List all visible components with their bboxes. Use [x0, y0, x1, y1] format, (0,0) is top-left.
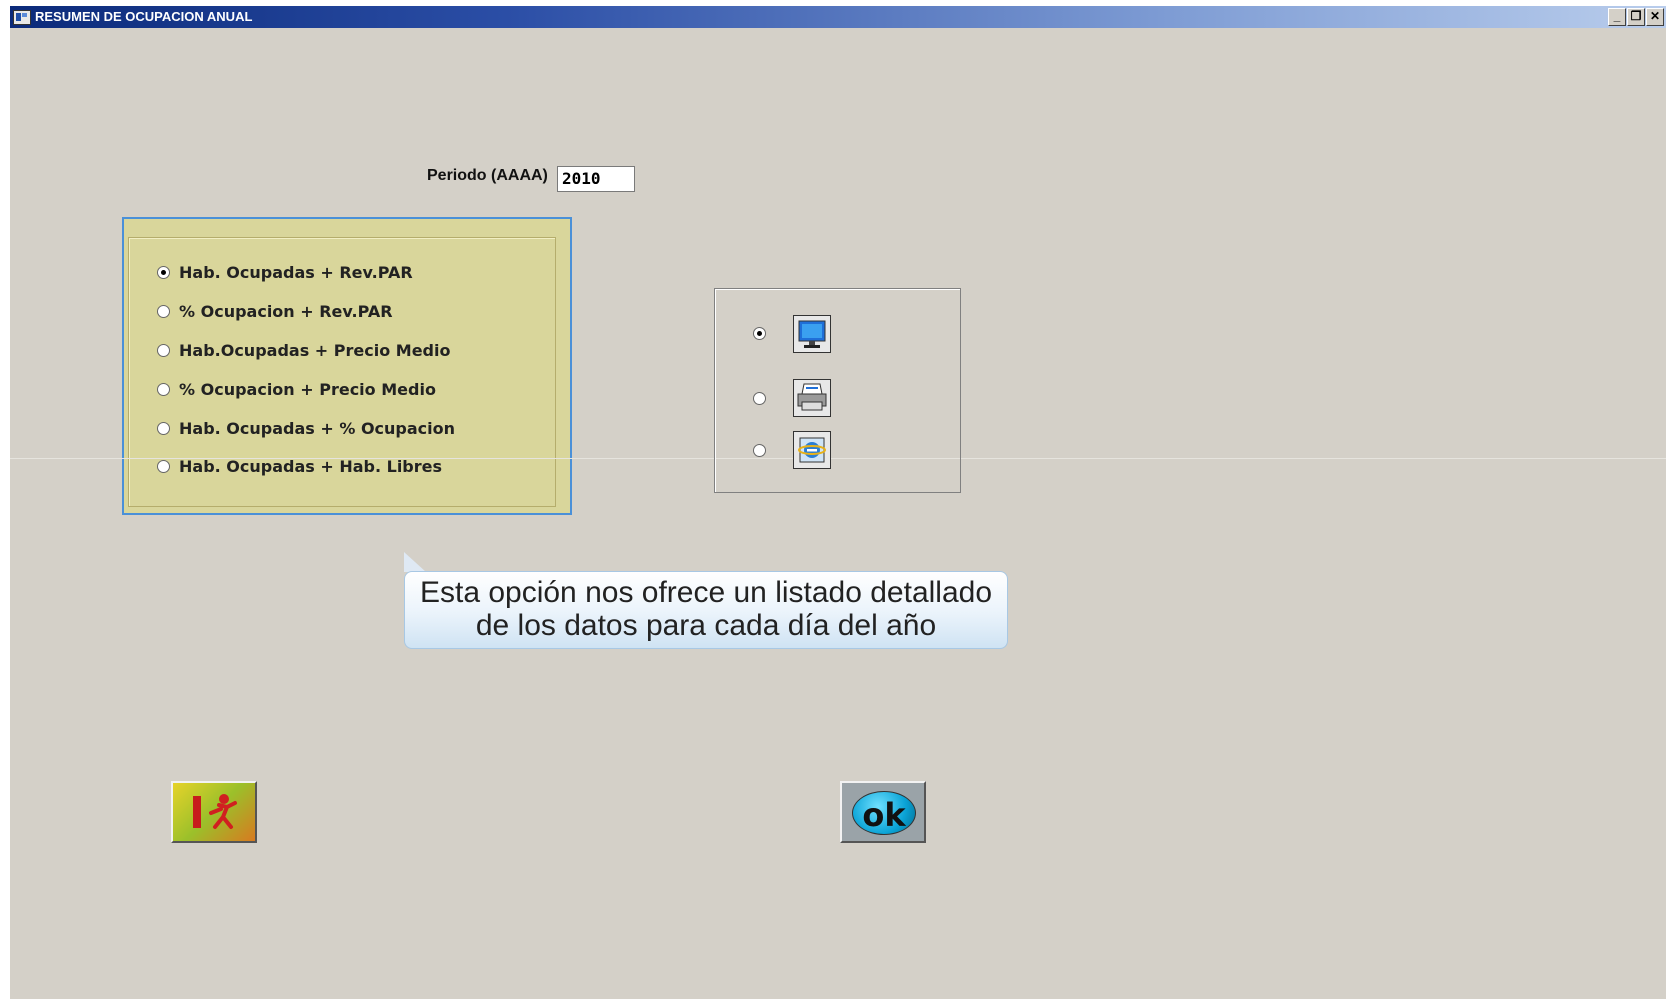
- radio-button[interactable]: [157, 304, 170, 318]
- minimize-button[interactable]: _: [1608, 8, 1626, 26]
- window-title: RESUMEN DE OCUPACION ANUAL: [35, 9, 253, 24]
- output-destination-group: [714, 288, 961, 493]
- radio-button[interactable]: [157, 421, 170, 435]
- app-icon: [13, 10, 31, 25]
- report-option-1[interactable]: Hab. Ocupadas + Rev.PAR: [157, 261, 413, 283]
- report-option-label: Hab. Ocupadas + Hab. Libres: [179, 456, 443, 476]
- report-option-5[interactable]: Hab. Ocupadas + % Ocupacion: [157, 417, 455, 439]
- ok-button[interactable]: ok: [840, 781, 926, 843]
- tooltip-pointer: [404, 552, 426, 572]
- internet-explorer-icon[interactable]: [793, 431, 831, 469]
- report-type-group: Hab. Ocupadas + Rev.PAR % Ocupacion + Re…: [122, 217, 572, 515]
- help-tooltip: Esta opción nos ofrece un listado detall…: [404, 571, 1008, 649]
- period-input[interactable]: 2010: [557, 166, 635, 192]
- printer-icon[interactable]: [793, 379, 831, 417]
- report-option-4[interactable]: % Ocupacion + Precio Medio: [157, 378, 436, 400]
- report-option-label: % Ocupacion + Rev.PAR: [179, 301, 393, 321]
- exit-button[interactable]: [171, 781, 257, 843]
- report-option-label: Hab.Ocupadas + Precio Medio: [179, 340, 451, 360]
- report-option-label: % Ocupacion + Precio Medio: [179, 379, 436, 399]
- output-printer-radio[interactable]: [753, 392, 766, 405]
- restore-button[interactable]: ❐: [1627, 8, 1645, 26]
- main-window: RESUMEN DE OCUPACION ANUAL _ ❐ ✕ Periodo…: [10, 6, 1666, 999]
- title-bar[interactable]: RESUMEN DE OCUPACION ANUAL _ ❐ ✕: [10, 6, 1666, 28]
- exit-door-icon: [193, 794, 237, 829]
- radio-button[interactable]: [157, 343, 170, 357]
- report-option-label: Hab. Ocupadas + Rev.PAR: [179, 262, 413, 282]
- report-option-2[interactable]: % Ocupacion + Rev.PAR: [157, 300, 393, 322]
- output-web-radio[interactable]: [753, 444, 766, 457]
- report-option-label: Hab. Ocupadas + % Ocupacion: [179, 418, 456, 438]
- report-type-frame: Hab. Ocupadas + Rev.PAR % Ocupacion + Re…: [128, 237, 556, 507]
- output-screen-radio[interactable]: [753, 327, 766, 340]
- report-option-3[interactable]: Hab.Ocupadas + Precio Medio: [157, 339, 450, 361]
- ok-icon: ok: [852, 791, 916, 835]
- radio-button[interactable]: [157, 382, 170, 396]
- radio-button[interactable]: [157, 459, 170, 473]
- close-button[interactable]: ✕: [1646, 8, 1664, 26]
- period-label: Periodo (AAAA): [427, 167, 548, 184]
- monitor-icon[interactable]: [793, 315, 831, 353]
- radio-button[interactable]: [157, 265, 170, 279]
- ok-label: ok: [862, 796, 906, 834]
